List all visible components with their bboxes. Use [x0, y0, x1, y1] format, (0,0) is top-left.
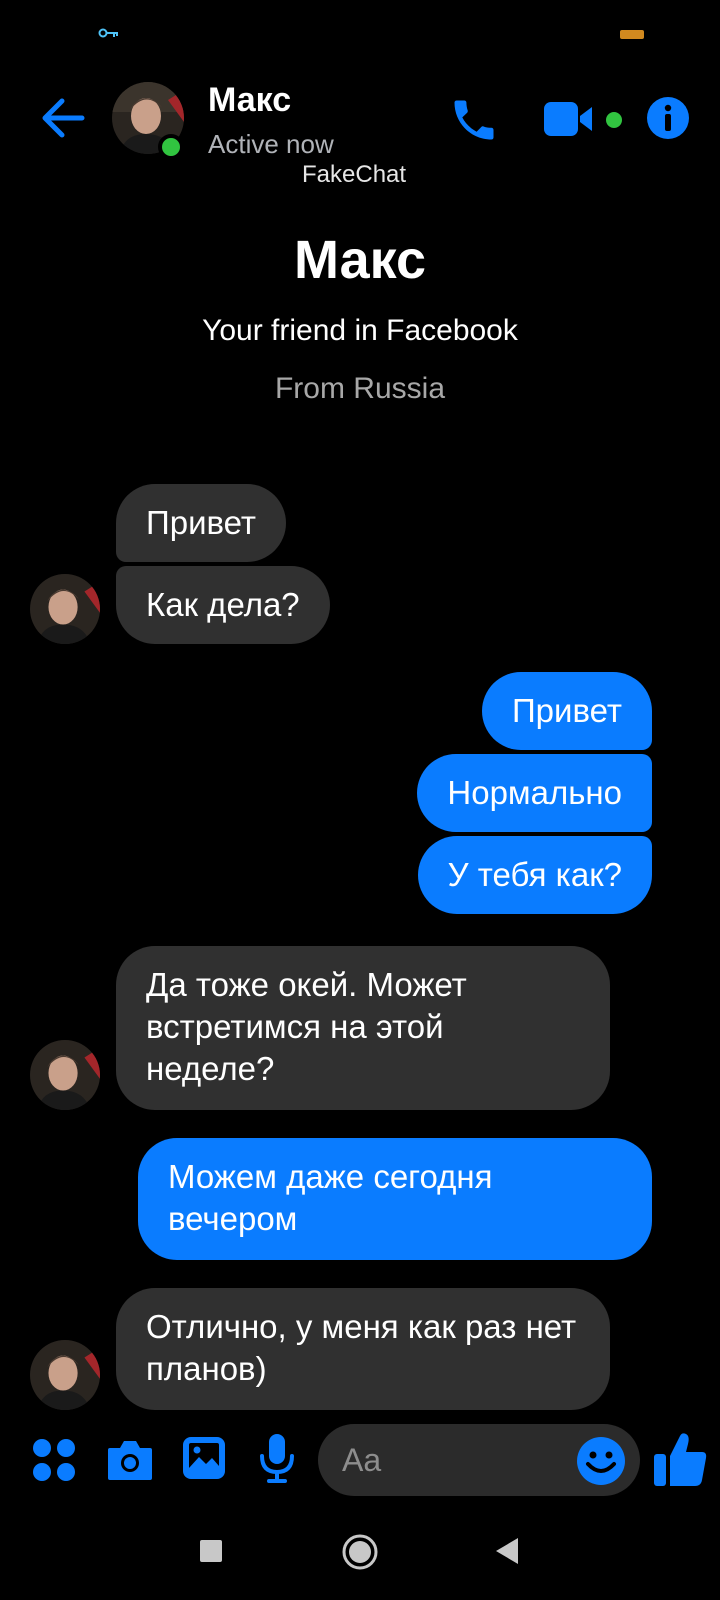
- thumbs-up-icon[interactable]: [652, 1430, 708, 1488]
- video-active-dot: [606, 112, 622, 128]
- active-status: Active now: [208, 129, 334, 159]
- message-bubble-incoming[interactable]: Как дела?: [116, 566, 330, 644]
- profile-subtitle: Your friend in Facebook: [202, 314, 518, 347]
- key-icon: [98, 28, 118, 38]
- message-bubble-outgoing[interactable]: У тебя как?: [417, 836, 652, 914]
- phone-icon[interactable]: [448, 94, 500, 146]
- nav-back-icon[interactable]: [494, 1536, 520, 1566]
- nav-recents-icon[interactable]: [200, 1540, 222, 1562]
- battery-icon: [620, 30, 644, 39]
- message-bubble-incoming[interactable]: Отлично, у меня как раз нет планов): [116, 1288, 610, 1410]
- camera-icon[interactable]: [106, 1438, 154, 1482]
- message-avatar: [30, 1340, 100, 1410]
- profile-location: From Russia: [274, 372, 446, 405]
- online-indicator: [158, 134, 184, 160]
- message-bubble-incoming[interactable]: Привет: [116, 484, 287, 562]
- contact-name[interactable]: Макс: [208, 80, 291, 120]
- message-bubble-outgoing[interactable]: Привет: [481, 672, 652, 750]
- profile-name: Макс: [293, 230, 427, 290]
- apps-icon[interactable]: [30, 1436, 78, 1484]
- message-avatar: [30, 1040, 100, 1110]
- message-bubble-incoming[interactable]: Да тоже окей. Может встретимся на этой н…: [116, 946, 610, 1110]
- message-avatar: [30, 574, 100, 644]
- watermark: FakeChat: [302, 161, 407, 188]
- mic-icon[interactable]: [258, 1432, 296, 1484]
- back-arrow-icon[interactable]: [38, 96, 88, 140]
- message-bubble-outgoing[interactable]: Можем даже сегодня вечером: [138, 1138, 652, 1260]
- nav-home-icon[interactable]: [342, 1534, 378, 1570]
- emoji-icon[interactable]: [576, 1436, 626, 1486]
- message-input-placeholder: Aa: [342, 1442, 382, 1478]
- info-icon[interactable]: [646, 96, 690, 140]
- gallery-icon[interactable]: [182, 1436, 226, 1480]
- video-icon[interactable]: [544, 98, 598, 140]
- message-bubble-outgoing[interactable]: Нормально: [417, 754, 652, 832]
